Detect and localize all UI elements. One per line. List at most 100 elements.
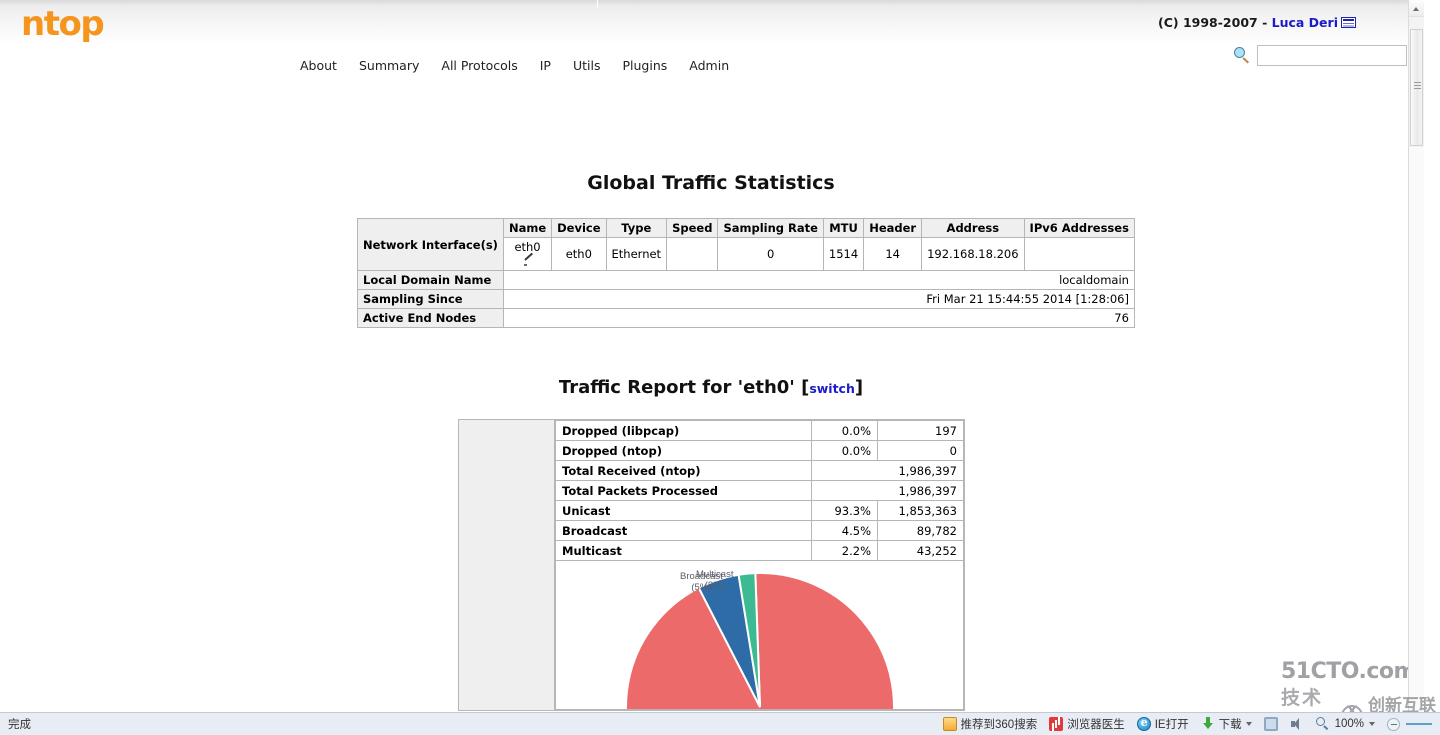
zoom-chevron-down-icon[interactable] bbox=[1369, 722, 1375, 726]
col-header-sampling-rate: Sampling Rate bbox=[717, 218, 824, 238]
packet-distribution-chart-cell: Broadcast (5%) Multicast (2%) bbox=[555, 560, 964, 710]
scrollbar-thumb[interactable] bbox=[1410, 29, 1423, 146]
cell-interface-name[interactable]: eth0 bbox=[502, 237, 553, 271]
col-header-address: Address bbox=[921, 218, 1025, 238]
col-header-speed: Speed bbox=[666, 218, 719, 238]
taskbar-label-open-ie: IE打开 bbox=[1154, 719, 1189, 731]
zoom-out-icon[interactable] bbox=[1387, 717, 1400, 731]
nav-item-utils[interactable]: Utils bbox=[573, 58, 601, 73]
row-label-active-end-nodes: Active End Nodes bbox=[357, 308, 504, 328]
pie-label-multicast-name: Multicast bbox=[696, 569, 734, 580]
traffic-report-spacer-cell bbox=[458, 419, 555, 711]
col-header-device: Device bbox=[551, 218, 607, 238]
global-stats-title: Global Traffic Statistics bbox=[587, 172, 835, 194]
taskbar-item-download[interactable]: 下载 bbox=[1201, 716, 1252, 732]
report-pct-unicast: 93.3% bbox=[811, 500, 878, 521]
monitor-icon[interactable] bbox=[1263, 717, 1278, 731]
report-value-unicast: 1,853,363 bbox=[877, 500, 964, 521]
row-label-local-domain-name: Local Domain Name bbox=[357, 270, 504, 290]
zoom-slider[interactable] bbox=[1387, 717, 1432, 731]
ntop-logo[interactable]: ntop bbox=[21, 4, 105, 44]
nav-item-summary[interactable]: Summary bbox=[359, 58, 419, 73]
zoom-magnifier-icon[interactable] bbox=[1315, 717, 1330, 731]
report-pct-broadcast: 4.5% bbox=[811, 520, 878, 541]
table-row-active-end-nodes: Active End Nodes 76 bbox=[357, 308, 1135, 328]
taskbar-label-download: 下载 bbox=[1218, 719, 1242, 731]
report-label-total-received: Total Received (ntop) bbox=[555, 460, 812, 481]
search-magnifier-icon[interactable] bbox=[1233, 46, 1251, 65]
search-area bbox=[1233, 45, 1407, 66]
cell-interface-device: eth0 bbox=[551, 237, 607, 271]
search-input[interactable] bbox=[1257, 45, 1407, 66]
report-label-dropped-ntop: Dropped (ntop) bbox=[555, 440, 812, 461]
report-label-total-packets-processed: Total Packets Processed bbox=[555, 480, 812, 501]
table-row: Broadcast 4.5% 89,782 bbox=[555, 520, 964, 541]
cell-interface-sampling-rate: 0 bbox=[717, 237, 824, 271]
ie-logo-icon bbox=[1136, 716, 1151, 731]
cell-interface-address: 192.168.18.206 bbox=[921, 237, 1025, 271]
taskbar-item-open-ie[interactable]: IE打开 bbox=[1136, 716, 1189, 732]
thumbs-up-icon bbox=[942, 717, 957, 731]
zoom-control-group[interactable]: 100% bbox=[1315, 717, 1375, 731]
taskbar-item-browser-doctor[interactable]: 浏览器医生 bbox=[1049, 716, 1125, 732]
mail-icon[interactable] bbox=[1341, 17, 1356, 28]
status-text: 完成 bbox=[8, 719, 31, 731]
zoom-level-label: 100% bbox=[1334, 718, 1364, 730]
taskbar-item-360-search[interactable]: 推荐到360搜索 bbox=[942, 716, 1038, 732]
report-value-broadcast: 89,782 bbox=[877, 520, 964, 541]
col-header-mtu: MTU bbox=[822, 218, 865, 238]
pie-label-multicast-pct: (2%) bbox=[704, 580, 725, 591]
scroll-up-arrow-icon[interactable] bbox=[1409, 0, 1424, 17]
interface-name-text: eth0 bbox=[514, 240, 541, 254]
taskbar-label-browser-doctor: 浏览器医生 bbox=[1067, 719, 1125, 731]
table-row: Multicast 2.2% 43,252 bbox=[555, 540, 964, 561]
col-header-type: Type bbox=[605, 218, 668, 238]
vertical-scrollbar[interactable] bbox=[1408, 0, 1424, 712]
browser-viewport: ntop (C) 1998-2007 - Luca Deri About Sum… bbox=[0, 0, 1424, 712]
taskbar-label-360-search: 推荐到360搜索 bbox=[960, 719, 1038, 731]
download-arrow-icon bbox=[1201, 717, 1215, 731]
watermark-51cto-text: 51CTO.com bbox=[1281, 659, 1416, 684]
switch-interface-link[interactable]: switch bbox=[809, 381, 855, 396]
report-pct-dropped-libpcap: 0.0% bbox=[811, 420, 878, 441]
traffic-report-body-row: Dropped (libpcap) 0.0% 197 Dropped (ntop… bbox=[458, 419, 965, 711]
speaker-icon[interactable] bbox=[1290, 717, 1304, 731]
zoom-slider-track[interactable] bbox=[1406, 723, 1432, 725]
nav-item-all-protocols[interactable]: All Protocols bbox=[441, 58, 517, 73]
nav-item-about[interactable]: About bbox=[300, 58, 337, 73]
nav-item-admin[interactable]: Admin bbox=[689, 58, 729, 73]
traffic-report-title: Traffic Report for 'eth0' [switch] bbox=[0, 377, 1423, 398]
traffic-report-content-cell: Dropped (libpcap) 0.0% 197 Dropped (ntop… bbox=[554, 419, 965, 711]
nav-item-plugins[interactable]: Plugins bbox=[623, 58, 668, 73]
nav-item-ip[interactable]: IP bbox=[540, 58, 551, 73]
chevron-down-icon[interactable] bbox=[1245, 722, 1252, 726]
scrollbar-track[interactable] bbox=[1409, 147, 1424, 712]
cell-interface-speed bbox=[666, 237, 719, 271]
pencil-edit-icon[interactable] bbox=[524, 255, 535, 267]
cell-active-end-nodes: 76 bbox=[502, 308, 1135, 328]
traffic-report-title-prefix: Traffic Report for 'eth0' [ bbox=[558, 377, 810, 398]
table-row-chart: Broadcast (5%) Multicast (2%) bbox=[555, 560, 964, 710]
pie-label-multicast: Multicast (2%) bbox=[696, 569, 733, 591]
report-pct-multicast: 2.2% bbox=[811, 540, 878, 561]
report-value-total-packets-processed: 1,986,397 bbox=[811, 480, 964, 501]
global-stats-table: Network Interface(s) Name Device Type Sp… bbox=[357, 218, 1135, 328]
browser-status-bar: 完成 推荐到360搜索 浏览器医生 IE打开 下载 bbox=[0, 712, 1440, 735]
col-header-name: Name bbox=[502, 218, 553, 238]
traffic-report-title-suffix: ] bbox=[854, 377, 864, 398]
report-label-dropped-libpcap: Dropped (libpcap) bbox=[555, 420, 812, 441]
cell-interface-ipv6 bbox=[1023, 237, 1135, 271]
cell-sampling-since: Fri Mar 21 15:44:55 2014 [1:28:06] bbox=[502, 289, 1135, 309]
col-header-header: Header bbox=[863, 218, 923, 238]
traffic-report-table: Dropped (libpcap) 0.0% 197 Dropped (ntop… bbox=[458, 419, 965, 711]
pie-svg bbox=[624, 572, 895, 709]
row-label-network-interfaces: Network Interface(s) bbox=[357, 218, 504, 271]
row-label-sampling-since: Sampling Since bbox=[357, 289, 504, 309]
table-row: Dropped (libpcap) 0.0% 197 bbox=[555, 420, 964, 441]
header-seam bbox=[597, 0, 598, 8]
author-link[interactable]: Luca Deri bbox=[1272, 15, 1338, 30]
main-navigation: About Summary All Protocols IP Utils Plu… bbox=[300, 58, 729, 73]
col-header-ipv6-addresses: IPv6 Addresses bbox=[1023, 218, 1135, 238]
report-pct-dropped-ntop: 0.0% bbox=[811, 440, 878, 461]
cell-interface-header: 14 bbox=[863, 237, 923, 271]
